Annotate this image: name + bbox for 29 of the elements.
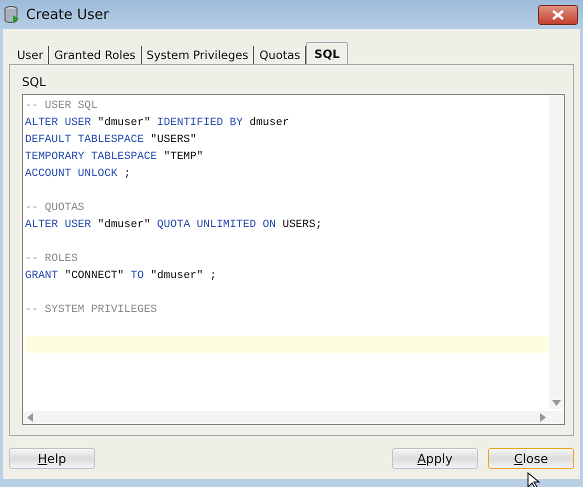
database-icon xyxy=(4,6,20,24)
code-line: ALTER USER "dmuser" IDENTIFIED BY dmuser xyxy=(25,116,290,131)
scroll-down-icon xyxy=(552,400,561,406)
scrollbar[interactable] xyxy=(549,95,564,409)
scroll-right-icon xyxy=(540,413,546,422)
dialog-button[interactable]: Close xyxy=(488,448,574,469)
code-line: -- USER SQL xyxy=(25,99,99,114)
close-icon xyxy=(552,10,564,20)
code-line: -- SYSTEM PRIVILEGES xyxy=(25,303,158,318)
close-button[interactable] xyxy=(538,4,578,24)
field-label: SQL xyxy=(22,75,46,89)
code-line: -- QUOTAS xyxy=(25,201,86,216)
code-line: ACCOUNT UNLOCK ; xyxy=(25,167,132,182)
tab[interactable]: System Privileges xyxy=(142,46,254,64)
scroll-left-icon xyxy=(27,413,33,422)
tab[interactable]: User xyxy=(12,46,50,64)
mouse-cursor-icon xyxy=(527,472,541,487)
help-button[interactable]: Help xyxy=(9,448,95,469)
code-line: ALTER USER "dmuser" QUOTA UNLIMITED ON USERS; xyxy=(25,218,324,233)
code-editor[interactable] xyxy=(22,94,565,425)
dialog-button[interactable]: Apply xyxy=(392,448,478,469)
scrollbar[interactable] xyxy=(23,411,564,424)
tab[interactable]: SQL xyxy=(306,42,348,64)
window-title: Create User xyxy=(26,6,110,22)
code-line: TEMPORARY TABLESPACE "TEMP" xyxy=(25,150,204,165)
tab[interactable]: Granted Roles xyxy=(49,46,142,64)
code-line: GRANT "CONNECT" TO "dmuser" ; xyxy=(25,269,218,284)
code-line: DEFAULT TABLESPACE "USERS" xyxy=(25,133,198,148)
code-line: -- ROLES xyxy=(25,252,79,267)
